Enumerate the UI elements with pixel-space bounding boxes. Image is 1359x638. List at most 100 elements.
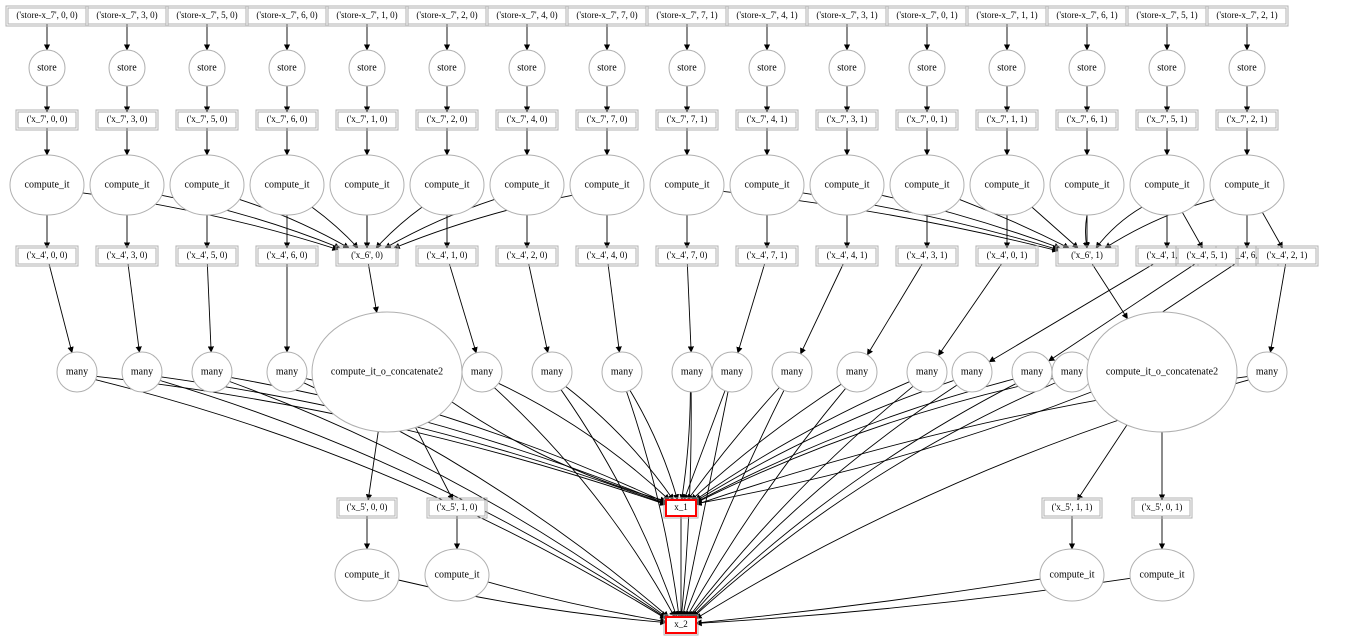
compute-it-node: compute_it — [1130, 549, 1194, 601]
x7-node: ('x_7', 3, 0) — [96, 110, 158, 130]
many-node: many — [267, 352, 307, 392]
many-node: many — [57, 352, 97, 392]
edge — [1096, 207, 1142, 248]
many-node: many — [1012, 352, 1052, 392]
x4-node: ('x_4', 6, 0) — [256, 246, 318, 266]
store-input-node: ('store-x_7', 2, 0) — [406, 6, 488, 26]
edge — [867, 264, 922, 355]
store-input-node: ('store-x_7', 1, 0) — [326, 6, 408, 26]
store-node: store — [429, 50, 465, 86]
compute-it-node: compute_it — [810, 155, 884, 215]
edge — [368, 264, 376, 313]
many-node: many — [952, 352, 992, 392]
x4-node: ('x_4', 2, 0) — [496, 246, 558, 266]
compute-it-node: compute_it — [1050, 155, 1124, 215]
store-input-node: ('store-x_7', 4, 0) — [486, 6, 568, 26]
x7-node: ('x_7', 5, 0) — [176, 110, 238, 130]
store-node: store — [669, 50, 705, 86]
x5-node: ('x_5', 0, 1) — [1132, 498, 1192, 518]
store-node: store — [1229, 50, 1265, 86]
store-input-node: ('store-x_7', 0, 1) — [886, 6, 968, 26]
x7-node: ('x_7', 0, 0) — [16, 110, 78, 130]
store-input-node: ('store-x_7', 6, 0) — [246, 6, 328, 26]
x5-node: ('x_5', 0, 0) — [337, 498, 397, 518]
store-input-node: ('store-x_7', 6, 1) — [1046, 6, 1128, 26]
store-input-node: ('store-x_7', 2, 1) — [1206, 6, 1288, 26]
many-node: many — [192, 352, 232, 392]
compute-it-node: compute_it — [1130, 155, 1204, 215]
compute-it-node: compute_it — [570, 155, 644, 215]
x4-node: ('x_4', 4, 0) — [576, 246, 638, 266]
store-input-node: ('store-x_7', 1, 1) — [966, 6, 1048, 26]
x7-node: ('x_7', 1, 0) — [336, 110, 398, 130]
compute-it-node: compute_it — [490, 155, 564, 215]
edge — [687, 264, 691, 352]
edge — [312, 207, 358, 248]
many-node: many — [122, 352, 162, 392]
x7-node: ('x_7', 6, 0) — [256, 110, 318, 130]
compute-it-node: compute_it — [170, 155, 244, 215]
edge — [488, 582, 666, 622]
compute-it-node: compute_it — [410, 155, 484, 215]
store-input-node: ('store-x_7', 5, 1) — [1126, 6, 1208, 26]
edge — [696, 579, 1040, 623]
edge — [1077, 425, 1127, 500]
x7-node: ('x_7', 4, 1) — [736, 110, 798, 130]
x6-node: ('x_6', 0) — [336, 246, 398, 266]
store-node: store — [189, 50, 225, 86]
x5-node: ('x_5', 1, 0) — [427, 498, 487, 518]
store-input-node: ('store-x_7', 7, 0) — [566, 6, 648, 26]
edge — [416, 427, 453, 500]
store-node: store — [829, 50, 865, 86]
concat-node: compute_it_o_concatenate2 — [1087, 312, 1237, 432]
compute-it-node: compute_it — [10, 155, 84, 215]
edge — [608, 264, 619, 352]
x4-node: ('x_4', 7, 0) — [656, 246, 718, 266]
x4-node: ('x_4', 1, 0) — [416, 246, 478, 266]
compute-it-node: compute_it — [1210, 155, 1284, 215]
x1-node: x_1 — [664, 498, 698, 518]
concat-node: compute_it_o_concatenate2 — [312, 312, 462, 432]
store-node: store — [269, 50, 305, 86]
edge — [452, 402, 666, 501]
store-node: store — [1149, 50, 1185, 86]
compute-it-node: compute_it — [330, 155, 404, 215]
many-node: many — [837, 352, 877, 392]
store-node: store — [989, 50, 1025, 86]
compute-it-node: compute_it — [1040, 549, 1104, 601]
many-node: many — [462, 352, 502, 392]
many-node: many — [602, 352, 642, 392]
computation-graph: ('store-x_7', 0, 0) store ('x_7', 0, 0) com… — [0, 0, 1359, 638]
x7-node: ('x_7', 2, 1) — [1216, 110, 1278, 130]
x4-node: ('x_4', 3, 1) — [896, 246, 958, 266]
x4-node: ('x_4', 0, 0) — [16, 246, 78, 266]
x7-node: ('x_7', 6, 1) — [1056, 110, 1118, 130]
edge — [738, 264, 765, 353]
store-input-node: ('store-x_7', 4, 1) — [726, 6, 808, 26]
store-input-node: ('store-x_7', 7, 1) — [646, 6, 728, 26]
edge — [696, 392, 1091, 504]
edge — [1092, 264, 1127, 319]
x7-node: ('x_7', 3, 1) — [816, 110, 878, 130]
store-node: store — [1069, 50, 1105, 86]
edge — [801, 264, 844, 354]
x7-node: ('x_7', 1, 1) — [976, 110, 1038, 130]
store-input-node: ('store-x_7', 0, 0) — [6, 6, 88, 26]
many-node: many — [712, 352, 752, 392]
store-node: store — [909, 50, 945, 86]
compute-it-node: compute_it — [730, 155, 804, 215]
x4-node: ('x_4', 5, 1) — [1176, 246, 1238, 266]
edge — [1270, 264, 1285, 352]
x4-node: ('x_4', 2, 1) — [1256, 246, 1318, 266]
edge — [128, 264, 139, 352]
compute-it-node: compute_it — [890, 155, 964, 215]
x4-node: ('x_4', 0, 1) — [976, 246, 1038, 266]
store-node: store — [109, 50, 145, 86]
edge — [529, 264, 548, 352]
edge — [696, 379, 1013, 502]
x4-node: ('x_4', 4, 1) — [816, 246, 878, 266]
x7-node: ('x_7', 7, 0) — [576, 110, 638, 130]
store-input-node: ('store-x_7', 3, 0) — [86, 6, 168, 26]
x7-node: ('x_7', 5, 1) — [1136, 110, 1198, 130]
edge — [1032, 207, 1078, 248]
